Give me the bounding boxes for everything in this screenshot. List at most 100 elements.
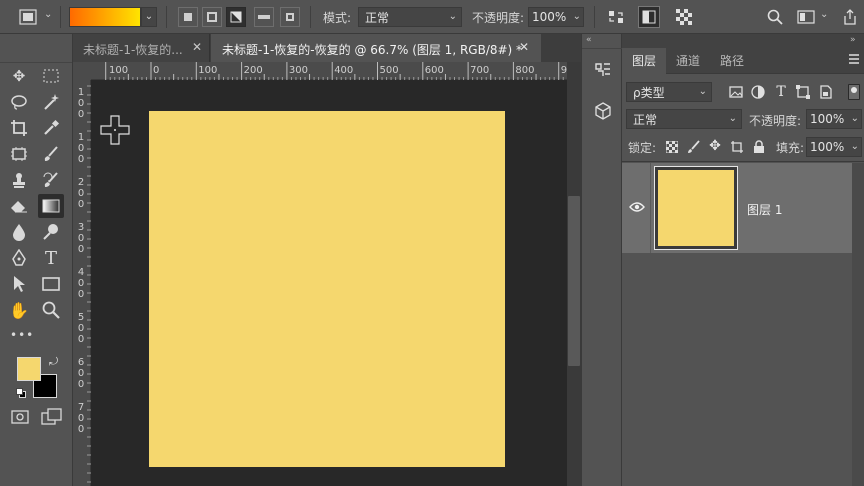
gradient-chevron-icon[interactable]: ⌄	[141, 7, 157, 27]
workspace-icon[interactable]	[796, 8, 816, 26]
reverse-icon[interactable]	[606, 7, 626, 27]
chevron-down-icon: ⌄	[448, 11, 457, 22]
ruler-label: 1	[77, 87, 85, 98]
layer-row[interactable]: 图层 1	[622, 163, 852, 253]
frame-tool-icon[interactable]	[6, 142, 32, 166]
eye-icon[interactable]	[628, 199, 646, 215]
pixel-filter-icon[interactable]	[728, 84, 744, 100]
brush-tool-icon[interactable]	[38, 142, 64, 166]
foreground-color-swatch[interactable]	[17, 357, 41, 381]
blend-mode-select[interactable]: 正常 ⌄	[626, 109, 742, 129]
fill-input[interactable]: 100% ⌄	[806, 137, 862, 157]
ruler-label: 2	[77, 177, 85, 188]
vertical-scrollbar[interactable]	[567, 62, 581, 486]
ruler-label: 5	[77, 312, 85, 323]
path-selection-icon[interactable]	[6, 272, 32, 296]
share-icon[interactable]	[840, 6, 860, 28]
angle-gradient-button[interactable]	[226, 7, 246, 27]
layer-filter-select[interactable]: ρ类型 ⌄	[626, 82, 712, 102]
lock-artboard-icon[interactable]	[729, 139, 745, 155]
chevron-down-icon: ⌄	[698, 86, 707, 97]
adjustment-filter-icon[interactable]	[750, 84, 766, 100]
marquee-tool-icon[interactable]	[38, 64, 64, 88]
ruler-label: 0	[77, 323, 85, 334]
collapse-panels-icon[interactable]: «	[586, 35, 592, 45]
lock-all-icon[interactable]	[751, 139, 767, 155]
dodge-tool-icon[interactable]	[38, 220, 64, 244]
ruler-label: 700	[470, 65, 490, 76]
radial-gradient-button[interactable]	[202, 7, 222, 27]
stamp-tool-icon[interactable]	[6, 168, 32, 192]
tool-preset-icon[interactable]	[18, 8, 38, 26]
type-filter-icon[interactable]: T	[773, 84, 789, 100]
canvas-workarea[interactable]	[91, 80, 567, 486]
diamond-gradient-button[interactable]	[280, 7, 300, 27]
workspace-chevron-icon[interactable]: ⌄	[820, 9, 828, 20]
layer-opacity-input[interactable]: 100% ⌄	[806, 109, 862, 129]
screen-mode-icon[interactable]	[40, 407, 64, 427]
history-brush-icon[interactable]	[38, 168, 64, 192]
ruler-label: 0	[77, 413, 85, 424]
collapse-right-icon[interactable]: »	[850, 35, 856, 45]
history-panel-icon[interactable]	[592, 59, 614, 81]
tool-preset-chevron-icon[interactable]: ⌄	[44, 9, 52, 20]
type-tool-icon[interactable]: T	[38, 246, 64, 270]
pen-tool-icon[interactable]	[6, 246, 32, 270]
chevron-down-icon: ⌄	[572, 11, 581, 22]
blur-tool-icon[interactable]	[6, 220, 32, 244]
rectangle-tool-icon[interactable]	[38, 272, 64, 296]
search-icon[interactable]	[765, 7, 785, 27]
3d-panel-icon[interactable]	[592, 100, 614, 122]
ruler-label: 100	[198, 65, 218, 76]
ruler-label: 0	[77, 199, 85, 210]
ruler-label: 0	[77, 98, 85, 109]
linear-gradient-button[interactable]	[178, 7, 198, 27]
hand-tool-icon[interactable]: ✋	[6, 298, 32, 322]
layers-scrollbar[interactable]	[852, 163, 864, 486]
mode-select[interactable]: 正常 ⌄	[358, 7, 462, 27]
opacity-input[interactable]: 100% ⌄	[528, 7, 584, 27]
panel-icon-column: «	[581, 34, 622, 486]
close-icon[interactable]: ✕	[192, 40, 202, 54]
shape-filter-icon[interactable]	[795, 84, 811, 100]
tab-channels[interactable]: 通道	[670, 48, 706, 74]
chevron-down-icon: ⌄	[850, 113, 859, 124]
lock-pixels-icon[interactable]	[686, 139, 702, 155]
ruler-label: 0	[77, 278, 85, 289]
lock-position-icon[interactable]: ✥	[707, 138, 723, 154]
opacity-value: 100%	[532, 10, 567, 24]
lock-transparent-icon[interactable]	[664, 139, 680, 155]
smart-object-filter-icon[interactable]	[818, 84, 834, 100]
close-icon[interactable]: ✕	[519, 40, 529, 54]
gradient-tool-icon[interactable]	[38, 194, 64, 218]
document-tab-strip: « 未标题-1-恢复的... ✕ 未标题-1-恢复的-恢复的 @ 66.7% (…	[0, 34, 581, 62]
lasso-tool-icon[interactable]	[6, 90, 32, 114]
tab-layers[interactable]: 图层	[622, 48, 666, 74]
mode-value: 正常	[365, 10, 390, 25]
eraser-tool-icon[interactable]	[6, 194, 32, 218]
more-tools-icon[interactable]: •••	[10, 328, 34, 342]
dither-icon[interactable]	[638, 6, 660, 28]
document-canvas[interactable]	[149, 111, 505, 467]
eyedropper-icon[interactable]	[38, 116, 64, 140]
tab-document-2[interactable]: 未标题-1-恢复的-恢复的 @ 66.7% (图层 1, RGB/8#) * ✕	[211, 34, 541, 62]
filter-label: ρ类型	[633, 85, 665, 100]
move-tool-icon[interactable]: ✥	[6, 64, 32, 88]
tools-panel: ✥ T ✋ ••• ⤾	[0, 34, 73, 486]
filter-toggle[interactable]	[848, 84, 860, 100]
gradient-picker[interactable]	[69, 7, 141, 27]
panel-menu-icon[interactable]	[848, 53, 860, 68]
quick-mask-icon[interactable]	[9, 408, 31, 426]
tab-paths[interactable]: 路径	[714, 48, 750, 74]
crop-tool-icon[interactable]	[6, 116, 32, 140]
reflected-gradient-button[interactable]	[254, 7, 274, 27]
chevron-down-icon: ⌄	[728, 113, 737, 124]
magic-wand-icon[interactable]	[38, 90, 64, 114]
zoom-tool-icon[interactable]	[38, 298, 64, 322]
transparency-icon[interactable]	[674, 7, 694, 27]
scrollbar-thumb[interactable]	[568, 196, 580, 366]
default-colors-icon[interactable]	[16, 388, 26, 398]
crosshair-cursor-icon	[99, 114, 131, 149]
tab-document-1[interactable]: 未标题-1-恢复的... ✕	[73, 34, 210, 62]
swap-colors-icon[interactable]: ⤾	[49, 355, 58, 369]
